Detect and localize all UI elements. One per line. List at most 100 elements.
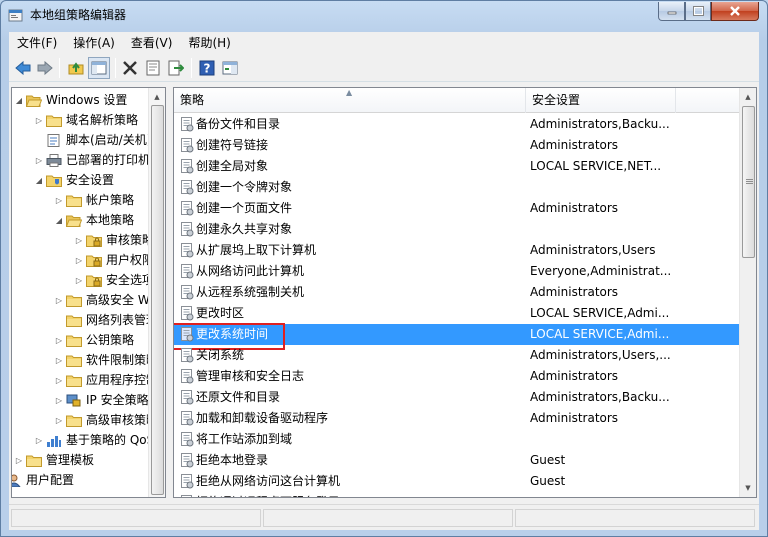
policy-setting-icon xyxy=(180,264,194,279)
tree-vertical-scrollbar[interactable]: ▲ xyxy=(148,88,165,497)
menu-help[interactable]: 帮助(H) xyxy=(180,33,238,53)
show-hide-tree-button[interactable] xyxy=(88,57,110,79)
tree-item[interactable]: ◢用户配置 xyxy=(12,470,165,490)
list-row[interactable]: 将工作站添加到域 xyxy=(174,429,740,450)
policy-setting-icon xyxy=(180,390,194,405)
expanded-arrow-icon[interactable]: ◢ xyxy=(34,175,44,185)
scroll-up-button[interactable]: ▲ xyxy=(149,88,165,105)
grip-line xyxy=(746,183,753,184)
security-setting-value: Administrators,Backu... xyxy=(530,390,670,404)
toolbar-separator xyxy=(115,58,116,78)
list-row[interactable]: 创建符号链接 Administrators xyxy=(174,135,740,156)
scrollbar-thumb[interactable] xyxy=(742,106,755,258)
list-row[interactable]: 从远程系统强制关机 Administrators xyxy=(174,282,740,303)
show-action-pane-button[interactable] xyxy=(219,57,241,79)
delete-icon xyxy=(123,61,137,75)
collapsed-arrow-icon[interactable]: ▷ xyxy=(74,275,84,285)
maximize-button[interactable] xyxy=(685,2,711,21)
list-row[interactable]: 拒绝本地登录 Guest xyxy=(174,450,740,471)
security-setting-value: Administrators,Users,... xyxy=(530,348,671,362)
security-setting-value: Administrators xyxy=(530,285,619,299)
menu-file[interactable]: 文件(F) xyxy=(9,33,65,53)
policy-setting-icon xyxy=(180,453,194,468)
tree-item[interactable]: ▷ 管理模板 xyxy=(14,450,165,470)
collapsed-arrow-icon[interactable]: ▷ xyxy=(54,415,64,425)
title-bar[interactable]: 本地组策略编辑器 xyxy=(1,1,767,31)
list-row[interactable]: 备份文件和目录 Administrators,Backu... xyxy=(174,114,740,135)
tree-item[interactable]: ◢ Windows 设置 xyxy=(14,90,165,110)
close-button[interactable] xyxy=(711,2,759,21)
policy-name: 创建全局对象 xyxy=(196,159,269,173)
security-setting-value: Guest xyxy=(530,474,566,488)
collapsed-arrow-icon[interactable]: ▷ xyxy=(34,435,44,445)
tree-item[interactable]: ◢ 安全设置 xyxy=(34,170,165,190)
tree-item[interactable]: ▷ 基于策略的 QoS xyxy=(34,430,165,450)
list-row[interactable]: 加载和卸载设备驱动程序 Administrators xyxy=(174,408,740,429)
collapsed-arrow-icon[interactable]: ▷ xyxy=(54,395,64,405)
help-button[interactable]: ? xyxy=(196,57,218,79)
policy-name: 从远程系统强制关机 xyxy=(196,285,305,299)
collapsed-arrow-icon[interactable]: ▷ xyxy=(34,155,44,165)
tree-item-label: Windows 设置 xyxy=(46,93,128,107)
collapsed-arrow-icon[interactable]: ▷ xyxy=(54,335,64,345)
list-row[interactable]: 更改时区 LOCAL SERVICE,Admi... xyxy=(174,303,740,324)
list-row[interactable]: 还原文件和目录 Administrators,Backu... xyxy=(174,387,740,408)
list-row[interactable]: 创建永久共享对象 xyxy=(174,219,740,240)
list-row[interactable]: 创建一个令牌对象 xyxy=(174,177,740,198)
export-list-button[interactable] xyxy=(165,57,187,79)
list-row[interactable]: 拒绝通过远程桌面服务登录 xyxy=(174,492,740,497)
expanded-arrow-icon[interactable]: ◢ xyxy=(54,215,64,225)
list-row[interactable]: 创建全局对象 LOCAL SERVICE,NET... xyxy=(174,156,740,177)
policy-setting-icon xyxy=(180,138,194,153)
collapsed-arrow-icon[interactable]: ▷ xyxy=(54,355,64,365)
list-row[interactable]: 从网络访问此计算机 Everyone,Administrat... xyxy=(174,261,740,282)
forward-icon xyxy=(37,61,53,75)
back-button[interactable] xyxy=(12,57,34,79)
list-row[interactable]: 拒绝从网络访问这台计算机 Guest xyxy=(174,471,740,492)
expanded-arrow-icon[interactable]: ◢ xyxy=(14,95,24,105)
scroll-up-button[interactable]: ▲ xyxy=(740,88,756,105)
collapsed-arrow-icon[interactable]: ▷ xyxy=(14,455,24,465)
policy-name: 将工作站添加到域 xyxy=(196,432,293,446)
window-title: 本地组策略编辑器 xyxy=(30,8,127,22)
toolbar: ? xyxy=(9,54,759,82)
group-policy-app-icon xyxy=(8,9,23,22)
properties-button[interactable] xyxy=(142,57,164,79)
scrollbar-thumb[interactable] xyxy=(151,105,164,495)
tree-item-label: 用户配置 xyxy=(26,473,75,487)
svg-text:?: ? xyxy=(204,62,211,76)
scroll-down-button[interactable]: ▼ xyxy=(740,479,756,496)
tree-item[interactable]: 脚本(启动/关机) xyxy=(34,130,165,150)
tree-item[interactable]: ▷ 域名解析策略 xyxy=(34,110,165,130)
security-setting-value: LOCAL SERVICE,Admi... xyxy=(530,327,670,341)
security-folder-icon xyxy=(46,174,62,187)
list-row[interactable]: 关闭系统 Administrators,Users,... xyxy=(174,345,740,366)
policy-name: 创建一个令牌对象 xyxy=(196,180,293,194)
policy-name: 从扩展坞上取下计算机 xyxy=(196,243,317,257)
delete-button[interactable] xyxy=(119,57,141,79)
collapsed-arrow-icon[interactable]: ▷ xyxy=(74,235,84,245)
tree-item[interactable]: ▷ 已部署的打印机 xyxy=(34,150,165,170)
list-row[interactable]: 从扩展坞上取下计算机 Administrators,Users xyxy=(174,240,740,261)
up-folder-icon xyxy=(68,62,84,75)
collapsed-arrow-icon[interactable]: ▷ xyxy=(54,375,64,385)
collapsed-arrow-icon[interactable]: ▷ xyxy=(54,195,64,205)
list-header: 策略 ▲ 安全设置 xyxy=(174,88,740,113)
menu-view[interactable]: 查看(V) xyxy=(123,33,181,53)
policy-name: 从网络访问此计算机 xyxy=(196,264,305,278)
collapsed-arrow-icon[interactable]: ▷ xyxy=(54,295,64,305)
list-row[interactable]: 管理审核和安全日志 Administrators xyxy=(174,366,740,387)
column-header-security-setting[interactable]: 安全设置 xyxy=(526,88,676,113)
up-one-level-button[interactable] xyxy=(65,57,87,79)
list-row-selected[interactable]: 更改系统时间 LOCAL SERVICE,Admi... xyxy=(174,323,740,350)
collapsed-arrow-icon[interactable]: ▷ xyxy=(34,115,44,125)
list-row[interactable]: 创建一个页面文件 Administrators xyxy=(174,198,740,219)
minimize-button[interactable] xyxy=(658,2,685,21)
list-vertical-scrollbar[interactable]: ▲ ▼ xyxy=(739,88,756,497)
forward-button[interactable] xyxy=(34,57,56,79)
user-icon xyxy=(12,474,22,487)
show-hide-tree-icon xyxy=(91,61,107,75)
collapsed-arrow-icon[interactable]: ▷ xyxy=(74,255,84,265)
menu-action[interactable]: 操作(A) xyxy=(65,33,123,53)
